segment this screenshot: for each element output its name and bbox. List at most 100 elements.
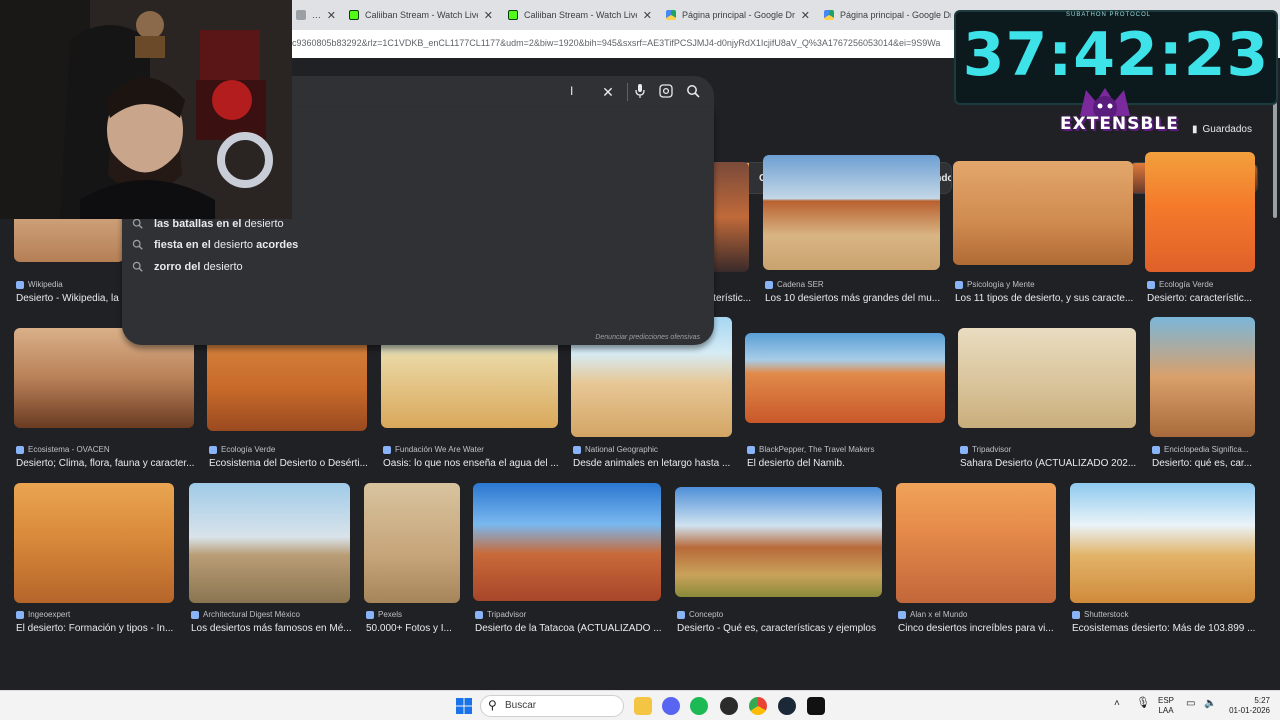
language-code: ESP [1158,696,1175,705]
report-predictions-link[interactable]: Denunciar predicciones ofensivas [595,334,700,341]
result-title[interactable]: Desde animales en letargo hasta ... [573,458,739,469]
result-title[interactable]: Oasis: lo que nos enseña el agua del ... [383,458,565,469]
result-title[interactable]: Desierto; Clima, flora, fauna y caracter… [16,458,201,469]
source-favicon-icon [1072,610,1080,619]
browser-tab[interactable]: Caliiban Stream - Watch Live on Kick ✕ [345,4,497,26]
spotify-icon[interactable] [690,697,708,715]
result-title[interactable]: Desierto: característic... [1147,293,1256,304]
result-thumbnail[interactable] [14,483,174,603]
result-thumbnail[interactable] [473,483,661,601]
app-icon[interactable] [807,697,825,715]
result-source[interactable]: Alan x el Mundo [898,610,967,619]
discord-icon[interactable] [662,697,680,715]
steam-icon[interactable] [778,697,796,715]
webcam-overlay [0,0,292,219]
result-source[interactable]: Ingeoexpert [16,610,70,619]
windows-start-icon[interactable] [455,697,473,715]
windows-taskbar: ⚲ Buscar ˄ 🎙 ESP LAA ▭ 🔈 5:27 01-01-2026 [0,690,1280,720]
result-title[interactable]: Los 11 tipos de desierto, y sus caracte.… [955,293,1139,304]
browser-tab[interactable]: Página principal - Google Drive✕ [662,4,814,26]
network-icon[interactable]: ▭ [1186,699,1195,709]
source-favicon-icon [898,610,906,619]
result-source[interactable]: Psicología y Mente [955,280,1035,289]
url-text[interactable]: c9360805b83292&rlz=1C1VDKB_enCL1177CL117… [292,38,954,48]
source-favicon-icon [16,610,24,619]
result-thumbnail[interactable] [189,483,350,603]
source-name: Concepto [689,610,724,619]
result-source[interactable]: Ecología Verde [209,445,275,454]
result-thumbnail[interactable] [958,328,1136,428]
lens-search-icon[interactable] [658,84,674,100]
voice-search-icon[interactable] [632,84,648,100]
saved-link[interactable]: ▮ Guardados [1192,124,1252,135]
result-thumbnail[interactable] [763,155,940,270]
microphone-icon[interactable]: 🎙 [1136,698,1150,709]
close-tab-icon[interactable]: ✕ [643,9,652,22]
suggestion-item[interactable]: fiesta en el desierto acordes [132,235,298,255]
result-source[interactable]: Ecosistema - OVACEN [16,445,110,454]
result-title[interactable]: Cinco desiertos increíbles para vi... [898,623,1064,634]
browser-tab[interactable]: Caliiban Stream - Watch Live on Kick ✕ [504,4,656,26]
search-icon[interactable] [685,84,701,100]
source-name: National Geographic [585,445,658,454]
result-source[interactable]: Concepto [677,610,723,619]
volume-icon[interactable]: 🔈 [1204,699,1216,709]
chrome-icon[interactable] [749,697,767,715]
result-thumbnail[interactable] [953,161,1133,265]
drive-icon [666,10,676,20]
result-source[interactable]: Fundación We Are Water [383,445,484,454]
result-title[interactable]: Desierto: qué es, car... [1152,458,1256,469]
suggestion-text: fiesta en el desierto acordes [154,239,298,251]
result-title[interactable]: Ecosistemas desierto: Más de 103.899 ... [1072,623,1256,634]
result-title[interactable]: El desierto del Namib. [747,458,952,469]
result-title[interactable]: 50.000+ Fotos y I... [366,623,467,634]
suggestion-item[interactable]: zorro del desierto [132,257,243,277]
result-source[interactable]: Architectural Digest México [191,610,300,619]
result-source[interactable]: Cadena SER [765,280,824,289]
search-icon [132,218,144,230]
result-title[interactable]: Sahara Desierto (ACTUALIZADO 202... [960,458,1144,469]
taskbar-search[interactable]: ⚲ Buscar [480,695,624,717]
divider [627,83,628,101]
browser-tab[interactable]: …tinoam ✕ [292,4,340,26]
close-tab-icon[interactable]: ✕ [801,9,810,22]
result-title[interactable]: Desierto - Qué es, características y eje… [677,623,890,634]
result-source[interactable]: National Geographic [573,445,658,454]
suggestion-bold: fiesta en el [154,239,211,252]
close-tab-icon[interactable]: ✕ [484,9,493,22]
result-title[interactable]: Desierto de la Tatacoa (ACTUALIZADO ... [475,623,669,634]
result-title[interactable]: El desierto: Formación y tipos - In... [16,623,183,634]
result-title[interactable]: Los desiertos más famosos en Mé... [191,623,358,634]
result-source[interactable]: Ecología Verde [1147,280,1213,289]
tray-chevron-icon[interactable]: ˄ [1114,699,1120,709]
result-thumbnail[interactable] [896,483,1056,603]
result-source[interactable]: Tripadvisor [475,610,526,619]
result-source[interactable]: Tripadvisor [960,445,1011,454]
source-name: Ingeoexpert [28,610,71,619]
browser-tab[interactable]: Página principal - Google Drive✕ [820,4,970,26]
result-source[interactable]: Wikipedia [16,280,63,289]
result-source[interactable]: Shutterstock [1072,610,1128,619]
result-thumbnail[interactable] [1145,152,1255,272]
result-thumbnail[interactable] [1070,483,1255,603]
game-app-icon[interactable] [720,697,738,715]
file-explorer-icon[interactable] [634,697,652,715]
result-thumbnail[interactable] [675,487,882,597]
result-title[interactable]: Los 10 desiertos más grandes del mu... [765,293,947,304]
result-thumbnail[interactable] [1150,317,1255,437]
result-source[interactable]: BlackPepper, The Travel Makers [747,445,874,454]
result-source[interactable]: Enciclopedia Significa... [1152,445,1249,454]
clear-icon[interactable]: ✕ [600,84,616,100]
tab-title: Caliiban Stream - Watch Live on Kick [524,10,637,20]
result-source[interactable]: Pexels [366,610,402,619]
close-tab-icon[interactable]: ✕ [327,9,336,22]
tab-icon [296,10,306,20]
search-box[interactable]: I ✕ [292,76,714,108]
result-thumbnail[interactable] [745,333,945,423]
language-indicator[interactable]: ESP LAA [1158,696,1174,716]
result-title[interactable]: Ecosistema del Desierto o Desérti... [209,458,375,469]
system-clock[interactable]: 5:27 01-01-2026 [1222,696,1270,716]
result-thumbnail[interactable] [364,483,460,603]
page-scrollbar[interactable] [1270,58,1280,690]
scrollbar-thumb[interactable] [1273,98,1277,218]
